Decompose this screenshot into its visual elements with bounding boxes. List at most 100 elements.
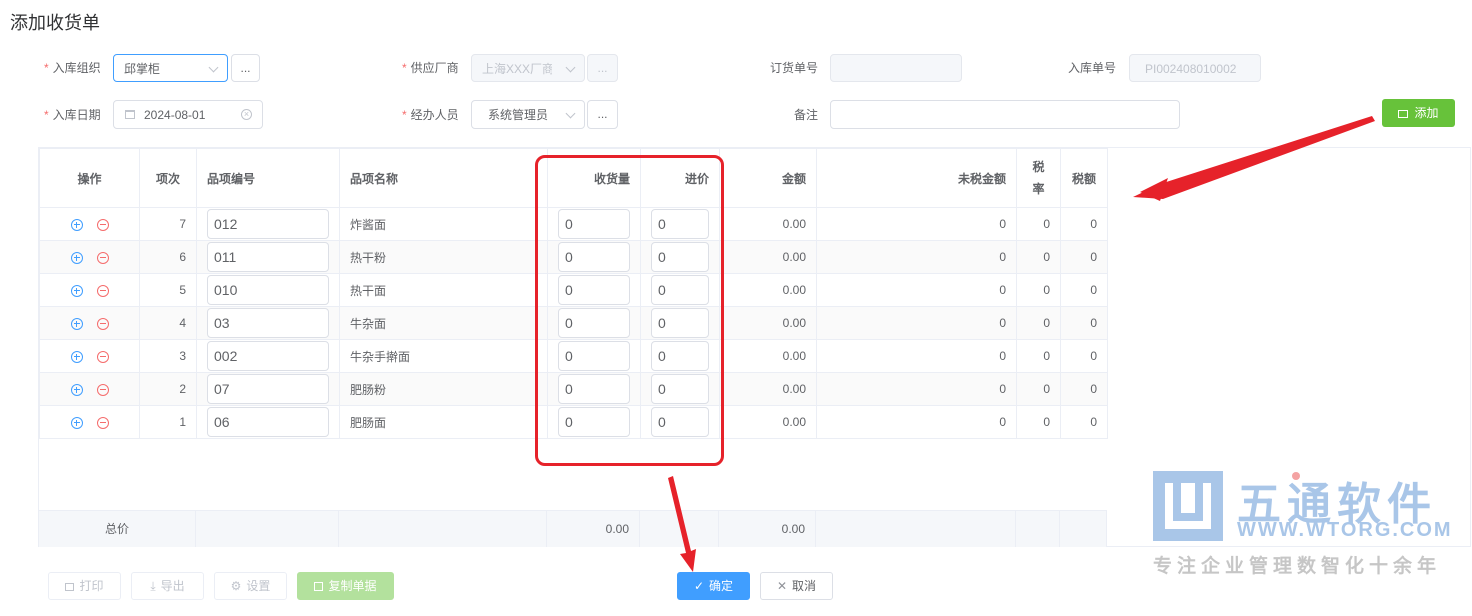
print-icon <box>65 583 75 591</box>
footer-amount-total: 0.00 <box>719 511 816 547</box>
highlight-box <box>535 155 724 466</box>
watermark-dot <box>1292 472 1300 480</box>
taxrate-cell: 0 <box>1016 240 1061 274</box>
remove-row-icon[interactable] <box>96 350 109 363</box>
op-cell <box>39 306 140 340</box>
order-no-label: 订货单号 <box>770 61 819 75</box>
org-picker-button[interactable]: ... <box>231 54 260 82</box>
idx-cell: 2 <box>139 372 197 406</box>
org-select[interactable]: 邱掌柜 <box>113 54 228 82</box>
add-button-label: 添加 <box>1414 106 1439 120</box>
order-no-input[interactable] <box>830 54 962 82</box>
add-row-icon[interactable] <box>70 416 83 429</box>
idx-cell: 4 <box>139 306 197 340</box>
code-cell: 011 <box>196 240 340 274</box>
confirm-button[interactable]: ✓ 确定 <box>677 572 750 600</box>
remove-row-icon[interactable] <box>96 218 109 231</box>
remove-row-icon[interactable] <box>96 284 109 297</box>
remove-row-icon[interactable] <box>96 317 109 330</box>
settings-button[interactable]: ⚙ 设置 <box>214 572 287 600</box>
name-cell: 热干面 <box>339 273 548 307</box>
watermark-url: WWW.WTORG.COM <box>1237 519 1453 541</box>
code-cell: 03 <box>196 306 340 340</box>
op-cell <box>39 405 140 439</box>
code-cell: 07 <box>196 372 340 406</box>
folder-add-icon <box>1398 110 1409 118</box>
supplier-picker-button[interactable]: ... <box>587 54 618 82</box>
code-input[interactable]: 07 <box>207 374 329 404</box>
footer-qty-total: 0.00 <box>547 511 640 547</box>
remark-input[interactable] <box>830 100 1180 129</box>
code-input[interactable]: 03 <box>207 308 329 338</box>
idx-cell: 3 <box>139 339 197 373</box>
remove-row-icon[interactable] <box>96 416 109 429</box>
add-row-icon[interactable] <box>70 350 83 363</box>
add-row-icon[interactable] <box>70 383 83 396</box>
pretax-cell: 0 <box>816 207 1017 241</box>
add-row-icon[interactable] <box>70 317 83 330</box>
tax-cell: 0 <box>1060 207 1108 241</box>
idx-cell: 7 <box>139 207 197 241</box>
cancel-button[interactable]: ✕ 取消 <box>760 572 833 600</box>
code-input[interactable]: 002 <box>207 341 329 371</box>
name-cell: 牛杂手擀面 <box>339 339 548 373</box>
col-header-pretax: 未税金额 <box>816 148 1017 208</box>
export-button[interactable]: ⤓ 导出 <box>131 572 204 600</box>
taxrate-cell: 0 <box>1016 372 1061 406</box>
col-header-name: 品项名称 <box>339 148 548 208</box>
supplier-select[interactable]: 上海XXX厂商 <box>471 54 585 82</box>
handler-select-value: 系统管理员 <box>488 108 549 122</box>
code-input[interactable]: 012 <box>207 209 329 239</box>
add-button[interactable]: 添加 <box>1382 99 1455 127</box>
tax-cell: 0 <box>1060 273 1108 307</box>
code-input[interactable]: 010 <box>207 275 329 305</box>
date-label: * 入库日期 <box>44 108 101 122</box>
col-header-taxrate: 税率 <box>1016 148 1061 208</box>
add-row-icon[interactable] <box>70 251 83 264</box>
remove-row-icon[interactable] <box>96 251 109 264</box>
remove-row-icon[interactable] <box>96 383 109 396</box>
code-input[interactable]: 011 <box>207 242 329 272</box>
receipt-no-input[interactable]: PI002408010002 <box>1129 54 1261 82</box>
page-title: 添加收货单 <box>10 13 100 33</box>
code-cell: 06 <box>196 405 340 439</box>
copy-icon <box>314 582 324 591</box>
amount-cell: 0.00 <box>719 372 817 406</box>
op-cell <box>39 240 140 274</box>
col-header-idx: 项次 <box>139 148 197 208</box>
receipt-no-label: 入库单号 <box>1068 61 1117 75</box>
idx-cell: 6 <box>139 240 197 274</box>
handler-picker-button[interactable]: ... <box>587 100 618 129</box>
op-cell <box>39 372 140 406</box>
add-row-icon[interactable] <box>70 284 83 297</box>
watermark-logo <box>1153 471 1223 541</box>
col-header-op: 操作 <box>39 148 140 208</box>
date-value: 2024-08-01 <box>144 108 206 122</box>
clear-icon[interactable]: × <box>241 109 252 120</box>
idx-cell: 1 <box>139 405 197 439</box>
date-picker[interactable]: 2024-08-01 × <box>113 100 263 129</box>
op-cell <box>39 339 140 373</box>
taxrate-cell: 0 <box>1016 405 1061 439</box>
tax-cell: 0 <box>1060 306 1108 340</box>
amount-cell: 0.00 <box>719 339 817 373</box>
print-button[interactable]: 打印 <box>48 572 121 600</box>
pretax-cell: 0 <box>816 339 1017 373</box>
tax-cell: 0 <box>1060 240 1108 274</box>
calendar-icon <box>125 110 135 119</box>
taxrate-cell: 0 <box>1016 207 1061 241</box>
col-header-tax: 税额 <box>1060 148 1108 208</box>
download-icon: ⤓ <box>150 579 156 593</box>
handler-select[interactable]: 系统管理员 <box>471 100 585 129</box>
amount-cell: 0.00 <box>719 405 817 439</box>
copy-button[interactable]: 复制单据 <box>297 572 394 600</box>
chevron-down-icon <box>208 62 219 73</box>
amount-cell: 0.00 <box>719 273 817 307</box>
name-cell: 肥肠粉 <box>339 372 548 406</box>
add-row-icon[interactable] <box>70 218 83 231</box>
taxrate-cell: 0 <box>1016 339 1061 373</box>
tax-cell: 0 <box>1060 372 1108 406</box>
code-input[interactable]: 06 <box>207 407 329 437</box>
code-cell: 012 <box>196 207 340 241</box>
op-cell <box>39 207 140 241</box>
